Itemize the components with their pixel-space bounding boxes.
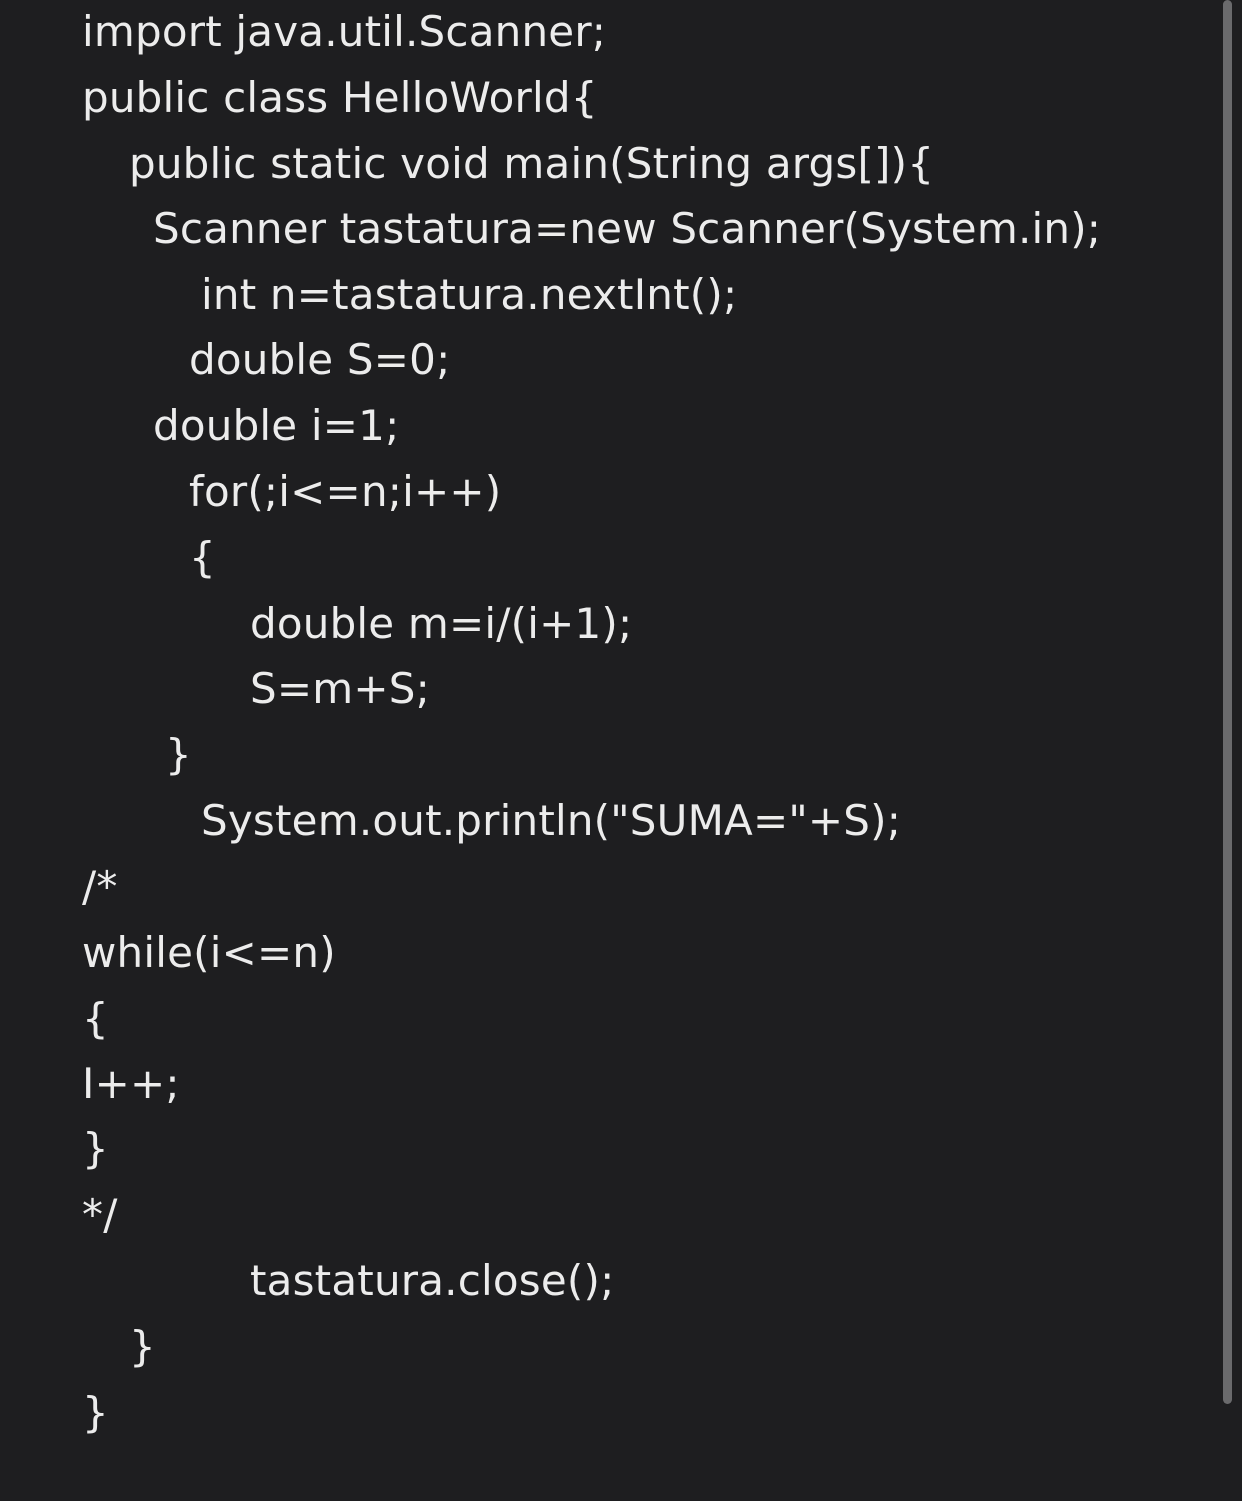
- code-line[interactable]: tastatura.close();: [250, 1256, 614, 1306]
- code-line[interactable]: S=m+S;: [250, 664, 430, 714]
- code-line[interactable]: I++;: [82, 1059, 180, 1109]
- code-line[interactable]: double i=1;: [153, 401, 399, 451]
- vertical-scrollbar[interactable]: [1223, 0, 1232, 1404]
- code-line[interactable]: import java.util.Scanner;: [82, 7, 606, 57]
- code-line[interactable]: }: [165, 730, 192, 780]
- code-line[interactable]: Scanner tastatura=new Scanner(System.in)…: [153, 204, 1101, 254]
- code-line[interactable]: {: [189, 533, 216, 583]
- code-line[interactable]: }: [82, 1388, 109, 1438]
- code-line[interactable]: System.out.println("SUMA="+S);: [201, 796, 901, 846]
- code-line[interactable]: }: [82, 1124, 109, 1174]
- code-line[interactable]: int n=tastatura.nextInt();: [201, 270, 737, 320]
- code-line[interactable]: */: [82, 1190, 118, 1240]
- code-line[interactable]: while(i<=n): [82, 928, 336, 978]
- code-line[interactable]: /*: [82, 862, 118, 912]
- code-line[interactable]: }: [129, 1322, 156, 1372]
- code-line[interactable]: for(;i<=n;i++): [189, 467, 501, 517]
- code-line[interactable]: {: [82, 994, 109, 1044]
- code-line[interactable]: public static void main(String args[]){: [129, 139, 934, 189]
- code-line[interactable]: public class HelloWorld{: [82, 73, 598, 123]
- scrollbar-thumb[interactable]: [1223, 0, 1232, 1404]
- code-line[interactable]: double S=0;: [189, 335, 450, 385]
- code-editor[interactable]: import java.util.Scanner; public class H…: [0, 0, 1242, 1501]
- code-line[interactable]: double m=i/(i+1);: [250, 599, 632, 649]
